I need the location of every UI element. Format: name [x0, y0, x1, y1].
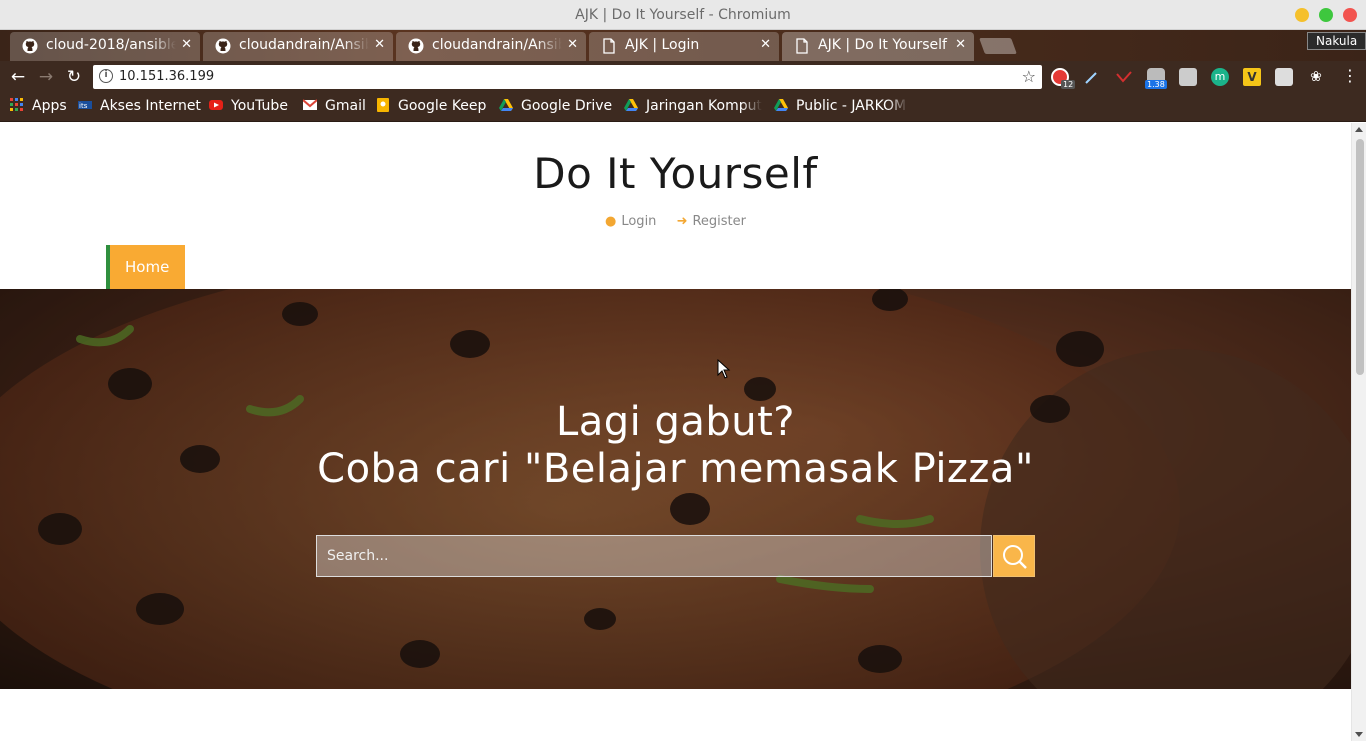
forward-button[interactable]: → [36, 67, 56, 87]
bookmark-google-drive[interactable]: Google Drive [499, 98, 612, 116]
tab-label: cloudandrain/Ansible [239, 37, 369, 53]
bookmark-apps[interactable]: Apps [10, 98, 67, 116]
close-window-button[interactable] [1343, 8, 1357, 22]
bookmark-label: Gmail [325, 98, 366, 114]
window-title: AJK | Do It Yourself - Chromium [575, 7, 791, 23]
hero-line-1: Lagi gabut? [555, 399, 796, 445]
document-icon [796, 38, 808, 54]
bookmark-public-jarkom[interactable]: Public - JARKOM [774, 98, 908, 116]
close-tab-icon[interactable]: ✕ [181, 37, 192, 52]
tab-label: AJK | Login [625, 37, 700, 53]
hero-section: Lagi gabut? Coba cari "Belajar memasak P… [0, 289, 1351, 689]
ext-cloud-icon[interactable] [1179, 68, 1197, 86]
minimize-button[interactable] [1295, 8, 1309, 22]
ext-badge-speed: 1.38 [1145, 80, 1167, 89]
nav-home[interactable]: Home [106, 245, 185, 289]
register-link[interactable]: ➜ Register [677, 214, 746, 229]
scroll-up-icon[interactable] [1355, 127, 1363, 132]
page-viewport: Do It Yourself ● Login ➜ Register Home L… [0, 123, 1351, 741]
tab-cloud-2018-ansible[interactable]: cloud-2018/ansible ✕ [10, 32, 200, 61]
tab-ajk-login[interactable]: AJK | Login ✕ [589, 32, 779, 61]
maximize-button[interactable] [1319, 8, 1333, 22]
bookmark-label: Public - JARKOM [796, 98, 907, 114]
search-form [316, 535, 1035, 577]
bookmark-star-icon[interactable]: ☆ [1022, 67, 1036, 86]
tab-label: cloudandrain/Ansible [432, 37, 562, 53]
reload-button[interactable]: ↻ [64, 67, 84, 87]
tab-strip: cloud-2018/ansible ✕ cloudandrain/Ansibl… [0, 30, 1366, 61]
back-button[interactable]: ← [8, 67, 28, 87]
bookmark-label: Google Keep [398, 98, 487, 114]
close-tab-icon[interactable]: ✕ [760, 37, 771, 52]
close-tab-icon[interactable]: ✕ [374, 37, 385, 52]
ext-paw-icon[interactable]: ❀ [1307, 68, 1325, 86]
apps-grid-icon [10, 98, 23, 111]
github-icon [22, 38, 38, 54]
bookmarks-bar: Apps its Akses Internet YouTube Gmail Goo… [0, 92, 1366, 122]
new-tab-button[interactable] [979, 38, 1017, 54]
window-titlebar: AJK | Do It Yourself - Chromium [0, 0, 1366, 30]
site-title: Do It Yourself [533, 149, 818, 198]
tab-cloudandrain-ansible-1[interactable]: cloudandrain/Ansible ✕ [203, 32, 393, 61]
bookmark-label: YouTube [231, 98, 288, 114]
bookmark-gmail[interactable]: Gmail [303, 98, 366, 116]
register-label: Register [692, 214, 746, 229]
drive-icon [624, 99, 638, 111]
user-icon: ● [605, 214, 617, 229]
ext-pen-icon[interactable] [1083, 68, 1101, 86]
drive-icon [774, 99, 788, 111]
github-icon [408, 38, 424, 54]
browser-toolbar: ← → ↻ i 10.151.36.199 ☆ 12 1.38 m V ❀ ⋮ [0, 61, 1366, 92]
drive-icon [499, 99, 513, 111]
tab-label: AJK | Do It Yourself [818, 37, 947, 53]
youtube-icon [209, 100, 223, 110]
close-tab-icon[interactable]: ✕ [567, 37, 578, 52]
tab-cloudandrain-ansible-2[interactable]: cloudandrain/Ansible ✕ [396, 32, 586, 61]
arrow-right-icon: ➜ [676, 214, 688, 229]
ext-chat-icon[interactable] [1275, 68, 1293, 86]
its-icon: its [78, 101, 92, 110]
bookmark-label: Apps [32, 98, 67, 114]
auth-links: ● Login ➜ Register [0, 214, 1351, 229]
keep-icon [377, 98, 389, 112]
search-button[interactable] [993, 535, 1035, 577]
address-bar[interactable]: i 10.151.36.199 ☆ [93, 65, 1042, 89]
ext-v-icon[interactable]: V [1243, 68, 1261, 86]
scroll-down-icon[interactable] [1355, 732, 1363, 737]
svg-text:its: its [79, 102, 88, 110]
ext-checkmark-icon[interactable] [1115, 68, 1133, 86]
gmail-icon [303, 99, 317, 110]
hero-heading: Lagi gabut? Coba cari "Belajar memasak P… [0, 399, 1351, 493]
tab-label: cloud-2018/ansible [46, 37, 176, 53]
mouse-cursor-icon [717, 359, 731, 379]
bookmark-google-keep[interactable]: Google Keep [376, 98, 486, 116]
login-link[interactable]: ● Login [605, 214, 656, 229]
scroll-thumb[interactable] [1356, 139, 1364, 375]
login-label: Login [621, 214, 657, 229]
bookmark-jaringan-komputer[interactable]: Jaringan Komputer [624, 98, 762, 116]
ext-badge-count: 12 [1061, 80, 1076, 89]
document-icon [603, 38, 615, 54]
bookmark-label: Jaringan Komputer [646, 98, 762, 114]
hero-line-2: Coba cari "Belajar memasak Pizza" [317, 446, 1034, 492]
search-input[interactable] [316, 535, 992, 577]
close-tab-icon[interactable]: ✕ [955, 37, 966, 52]
info-icon[interactable]: i [99, 69, 113, 83]
bookmark-youtube[interactable]: YouTube [209, 98, 288, 116]
menu-icon[interactable]: ⋮ [1342, 66, 1358, 86]
profile-button[interactable]: Nakula [1307, 32, 1366, 50]
page-scrollbar[interactable] [1351, 123, 1366, 741]
search-icon [1003, 545, 1027, 569]
bookmark-label: Akses Internet [100, 98, 201, 114]
url-text: 10.151.36.199 [119, 69, 215, 84]
bookmark-label: Google Drive [521, 98, 613, 114]
tab-ajk-do-it-yourself[interactable]: AJK | Do It Yourself ✕ [782, 32, 974, 61]
ext-m-icon[interactable]: m [1211, 68, 1229, 86]
bookmark-akses-internet[interactable]: its Akses Internet [78, 98, 201, 116]
github-icon [215, 38, 231, 54]
